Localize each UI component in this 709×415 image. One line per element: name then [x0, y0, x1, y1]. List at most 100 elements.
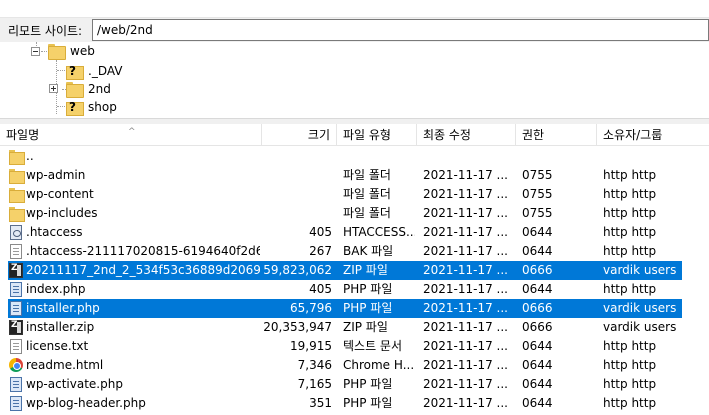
file-size	[262, 166, 332, 185]
file-owner: http http	[603, 206, 657, 220]
file-type: BAK 파일	[343, 244, 394, 258]
file-row[interactable]: wp-content 파일 폴더 2021-11-17 ... 0755 http ht…	[0, 185, 709, 204]
file-type: PHP 파일	[343, 301, 393, 315]
file-owner: vardik users	[603, 301, 677, 315]
column-header-owner[interactable]: 소유자/그룹	[597, 124, 709, 146]
file-row[interactable]: 20211117_2nd_2_534f53c36889d20694...59,8…	[0, 261, 709, 280]
tree-item-dav[interactable]: ? ._DAV	[66, 62, 123, 80]
file-row[interactable]: wp-includes 파일 폴더 2021-11-17 ... 0755 http h…	[0, 204, 709, 223]
file-owner: http http	[603, 377, 657, 391]
file-size: 267	[309, 244, 332, 258]
file-name: ..	[26, 149, 34, 163]
file-row[interactable]: ..	[0, 147, 709, 166]
file-row[interactable]: readme.html 7,346 Chrome H... 2021-11-17 ..…	[0, 356, 709, 375]
file-modified: 2021-11-17 ...	[423, 377, 508, 391]
file-type: PHP 파일	[343, 396, 393, 410]
file-modified	[423, 147, 513, 166]
file-permissions: 0666	[522, 320, 553, 334]
php-file-icon	[10, 396, 22, 411]
file-owner: http http	[603, 282, 657, 296]
file-permissions: 0755	[522, 168, 553, 182]
file-name: wp-content	[26, 187, 94, 201]
file-owner: http http	[603, 244, 657, 258]
file-modified: 2021-11-17 ...	[423, 206, 508, 220]
column-header-permissions[interactable]: 권한	[516, 124, 597, 146]
file-modified: 2021-11-17 ...	[423, 358, 508, 372]
file-icon	[10, 244, 22, 259]
file-row[interactable]: license.txt 19,915 텍스트 문서 2021-11-17 ... 064…	[0, 337, 709, 356]
file-name: readme.html	[26, 358, 104, 372]
file-owner: http http	[603, 339, 657, 353]
top-toolbar-strip	[0, 0, 709, 18]
file-type: PHP 파일	[343, 377, 393, 391]
file-icon	[10, 339, 22, 354]
php-file-icon	[10, 377, 22, 392]
file-size	[262, 147, 332, 166]
file-size: 19,915	[290, 339, 332, 353]
file-permissions: 0644	[522, 225, 553, 239]
gear-file-icon	[10, 225, 22, 240]
tree-item-label: web	[70, 44, 95, 58]
file-row[interactable]: wp-blog-header.php 351 PHP 파일 2021-11-17 ..…	[0, 394, 709, 413]
column-header-name[interactable]: 파일명 ^	[0, 124, 262, 146]
file-modified: 2021-11-17 ...	[423, 225, 508, 239]
tree-item-label: 2nd	[88, 82, 111, 96]
file-row[interactable]: .htaccess 405 HTACCESS... 2021-11-17 ... 064…	[0, 223, 709, 242]
file-modified: 2021-11-17 ...	[423, 301, 508, 315]
file-type: ZIP 파일	[343, 263, 388, 277]
file-size: 405	[309, 282, 332, 296]
file-row[interactable]: installer.zip 20,353,947 ZIP 파일 2021-11-17 …	[0, 318, 709, 337]
file-size	[262, 204, 332, 223]
file-modified: 2021-11-17 ...	[423, 396, 508, 410]
file-name: .htaccess-211117020815-6194640f2d6c...	[26, 244, 260, 258]
tree-item-label: ._DAV	[88, 64, 123, 78]
file-permissions: 0755	[522, 187, 553, 201]
collapse-web-expander[interactable]	[31, 47, 40, 56]
file-size: 405	[309, 225, 332, 239]
folder-icon	[9, 187, 25, 203]
file-name: .htaccess	[26, 225, 83, 239]
folder-icon	[9, 206, 25, 222]
file-type: 파일 폴더	[343, 187, 391, 201]
remote-directory-tree: web ? ._DAV 2nd ? shop	[0, 42, 709, 118]
column-header-type[interactable]: 파일 유형	[337, 124, 417, 146]
remote-site-bar: 리모트 사이트:	[0, 18, 709, 42]
file-owner: vardik users	[603, 320, 677, 334]
file-row[interactable]: .htaccess-211117020815-6194640f2d6c... 26…	[0, 242, 709, 261]
file-row[interactable]: wp-admin 파일 폴더 2021-11-17 ... 0755 http http	[0, 166, 709, 185]
file-row[interactable]: index.php 405 PHP 파일 2021-11-17 ... 0644 http…	[0, 280, 709, 299]
folder-icon	[66, 82, 84, 98]
file-permissions: 0666	[522, 263, 553, 277]
file-owner: http http	[603, 396, 657, 410]
php-file-icon	[10, 282, 22, 297]
file-permissions: 0644	[522, 396, 553, 410]
file-permissions: 0644	[522, 244, 553, 258]
file-type: ZIP 파일	[343, 320, 388, 334]
file-owner: http http	[603, 358, 657, 372]
file-size: 59,823,062	[263, 263, 332, 277]
remote-file-list: 파일명 ^ 크기 파일 유형 최종 수정 권한 소유자/그룹 .. wp-admin…	[0, 124, 709, 415]
file-owner	[603, 147, 703, 166]
file-name: wp-includes	[26, 206, 98, 220]
file-type	[343, 147, 415, 166]
file-row[interactable]: wp-activate.php 7,165 PHP 파일 2021-11-17 ...…	[0, 375, 709, 394]
file-size: 7,346	[297, 358, 332, 372]
expand-2nd-expander[interactable]	[49, 84, 58, 93]
file-size: 65,796	[290, 301, 332, 315]
column-header-modified[interactable]: 최종 수정	[417, 124, 516, 146]
folder-icon	[48, 44, 66, 60]
zip-icon	[9, 263, 23, 278]
remote-site-label: 리모트 사이트:	[8, 24, 83, 38]
tree-item-2nd[interactable]: 2nd	[66, 80, 111, 98]
remote-path-input[interactable]	[92, 19, 709, 41]
tree-item-web[interactable]: web	[48, 42, 95, 60]
tree-item-shop[interactable]: ? shop	[66, 98, 117, 116]
file-owner: http http	[603, 187, 657, 201]
column-header-size[interactable]: 크기	[262, 124, 337, 146]
folder-icon	[9, 168, 25, 184]
zip-icon	[9, 320, 23, 335]
file-row[interactable]: installer.php 65,796 PHP 파일 2021-11-17 ... 0…	[0, 299, 709, 318]
unknown-folder-icon: ?	[66, 100, 84, 116]
tree-item-label: shop	[88, 100, 117, 114]
file-type: HTACCESS...	[343, 225, 415, 239]
